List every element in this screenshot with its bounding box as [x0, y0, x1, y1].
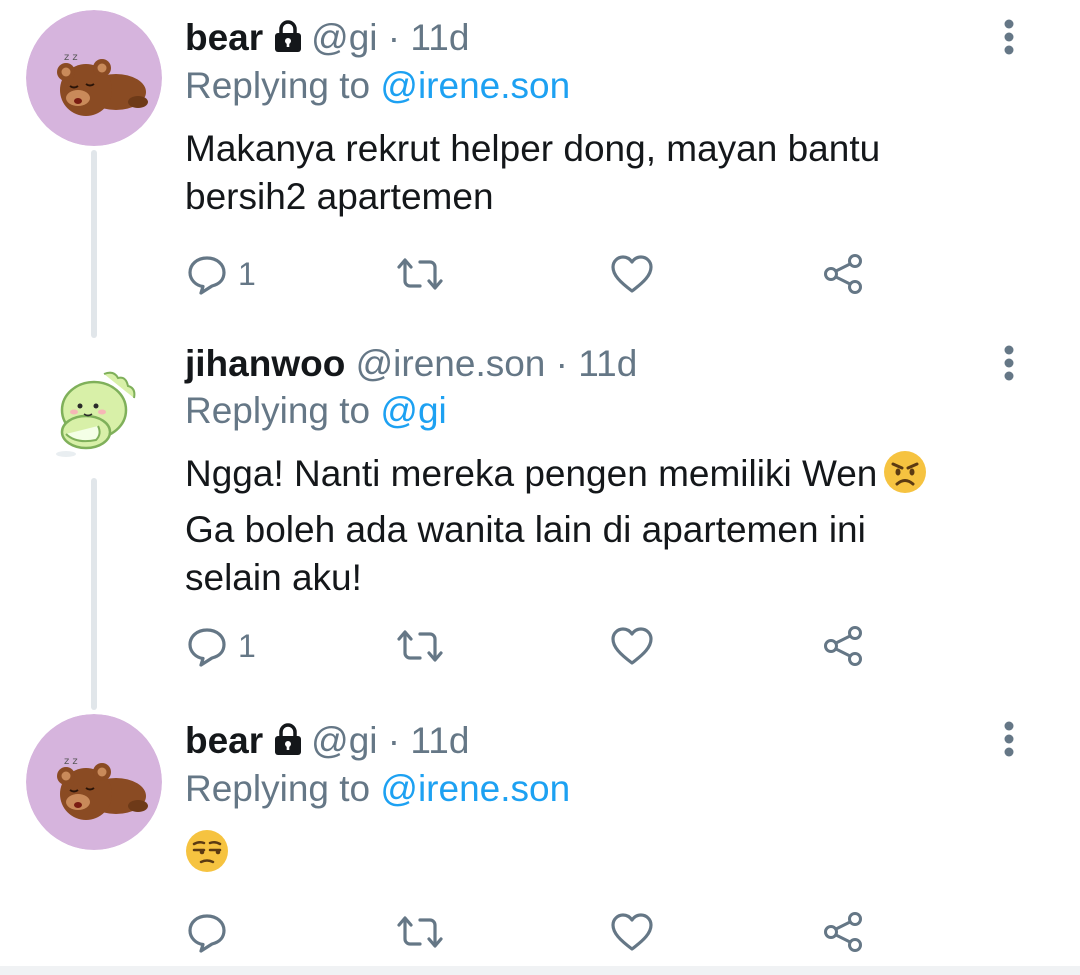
replying-to-label: Replying to [185, 768, 371, 809]
more-options-icon[interactable] [998, 18, 1020, 58]
green-dino-avatar-icon [56, 371, 136, 457]
svg-text:z z: z z [64, 52, 78, 63]
replying-to: Replying to @irene.son [185, 767, 570, 811]
share-icon [824, 912, 862, 952]
tweet-text: Makanya rekrut helper dong, mayan bantu … [185, 128, 881, 217]
timestamp[interactable]: 11d [410, 720, 469, 761]
tweet-text-line: Ngga! Nanti mereka pengen memiliki Wen [185, 450, 1025, 506]
display-name[interactable]: jihanwoo [185, 343, 345, 384]
user-handle[interactable]: @gi [311, 17, 377, 58]
user-handle[interactable]: @gi [311, 720, 377, 761]
lock-icon [273, 19, 303, 63]
avatar[interactable]: z z [26, 10, 162, 146]
retweet-button[interactable] [396, 910, 444, 954]
svg-text:z z: z z [64, 756, 78, 767]
tweet-text-line: Ga boleh ada wanita lain di apartemen in… [185, 509, 866, 550]
reply-button[interactable] [186, 910, 238, 954]
separator-dot: · [387, 17, 401, 58]
unamused-face-emoji-icon [185, 829, 229, 885]
sleeping-bear-avatar-icon: z z [26, 10, 162, 146]
tweet-header: bear @gi · 11d [185, 16, 469, 63]
tweet-actions: 1 [186, 252, 886, 296]
retweet-button[interactable] [396, 252, 444, 296]
reply-button[interactable]: 1 [186, 252, 256, 296]
retweet-icon [397, 258, 443, 290]
share-button[interactable] [822, 910, 866, 954]
reply-icon [188, 256, 226, 295]
tweet-text: Ngga! Nanti mereka pengen memiliki Wen G… [185, 450, 1025, 602]
lock-icon [273, 722, 303, 766]
separator-dot: · [555, 343, 568, 384]
like-button[interactable] [610, 910, 654, 954]
more-options-icon[interactable] [998, 720, 1020, 760]
heart-icon [611, 913, 653, 951]
timestamp[interactable]: 11d [578, 343, 637, 384]
retweet-button[interactable] [396, 624, 444, 668]
display-name[interactable]: bear [185, 17, 263, 58]
share-icon [824, 626, 862, 666]
thread-line [91, 150, 97, 338]
angry-face-emoji-icon [883, 450, 927, 506]
thread-line [91, 478, 97, 710]
mention-link[interactable]: @irene.son [380, 768, 570, 809]
reply-icon [188, 628, 226, 667]
share-button[interactable] [822, 252, 866, 296]
timestamp[interactable]: 11d [410, 17, 469, 58]
retweet-icon [397, 630, 443, 662]
tweet-text-line: selain aku! [185, 557, 362, 598]
sleeping-bear-avatar-icon: z z [26, 714, 162, 850]
avatar[interactable] [44, 360, 144, 460]
display-name[interactable]: bear [185, 720, 263, 761]
retweet-icon [397, 916, 443, 948]
avatar[interactable]: z z [26, 714, 162, 850]
replying-to: Replying to @irene.son [185, 64, 570, 108]
tweet-text [185, 829, 1025, 885]
heart-icon [611, 255, 653, 293]
tweet-actions: 1 [186, 624, 886, 668]
replying-to: Replying to @gi [185, 389, 447, 433]
replying-to-label: Replying to [185, 390, 371, 431]
tweet-header: jihanwoo @irene.son · 11d [185, 342, 637, 386]
mention-link[interactable]: @irene.son [380, 65, 570, 106]
like-button[interactable] [610, 252, 654, 296]
share-icon [824, 254, 862, 294]
like-button[interactable] [610, 624, 654, 668]
replying-to-label: Replying to [185, 65, 371, 106]
more-options-icon[interactable] [998, 344, 1020, 384]
divider [0, 966, 1080, 975]
tweet-actions [186, 910, 886, 954]
share-button[interactable] [822, 624, 866, 668]
reply-button[interactable]: 1 [186, 624, 256, 668]
heart-icon [611, 627, 653, 665]
reply-count: 1 [238, 255, 256, 292]
mention-link[interactable]: @gi [380, 390, 446, 431]
separator-dot: · [387, 720, 401, 761]
reply-icon [188, 914, 226, 953]
tweet-header: bear @gi · 11d [185, 719, 469, 766]
reply-count: 1 [238, 627, 256, 664]
user-handle[interactable]: @irene.son [356, 343, 546, 384]
